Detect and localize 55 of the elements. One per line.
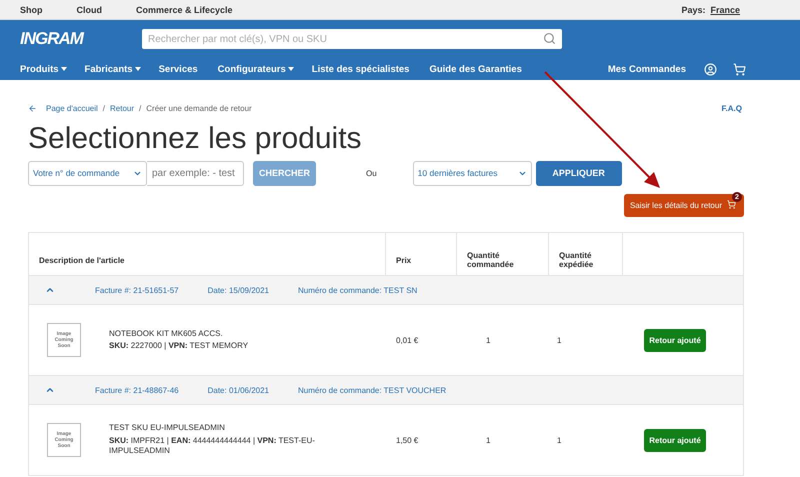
country-link[interactable]: France <box>710 4 740 14</box>
orders-link[interactable]: Mes Commandes <box>608 64 686 74</box>
caret-icon <box>134 67 141 71</box>
invoice-number[interactable]: Facture #: 21-48867-46 <box>95 386 179 394</box>
user-icon[interactable] <box>704 62 717 76</box>
collapse-toggle[interactable] <box>45 385 55 395</box>
breadcrumb-separator: / <box>139 104 142 112</box>
shipped-quantity: 1 <box>556 436 562 444</box>
back-arrow-icon[interactable] <box>28 104 37 112</box>
nav-item[interactable]: Configurateurs <box>218 64 294 74</box>
caret-icon <box>288 67 294 71</box>
ordered-quantity: 1 <box>485 436 492 444</box>
nav-item[interactable]: Produits <box>20 64 67 74</box>
caret-icon <box>60 67 67 71</box>
breadcrumb-link[interactable]: Créer une demande de retour <box>146 104 252 112</box>
or-label: Ou <box>366 168 377 178</box>
nav-item[interactable]: Liste des spécialistes <box>312 64 412 74</box>
price-cell-text: 0,01 € <box>395 336 420 344</box>
search-icon[interactable] <box>543 32 556 45</box>
breadcrumb-link[interactable]: Page d'accueil <box>46 104 98 112</box>
top-link[interactable]: Commerce & Lifecycle <box>136 4 233 14</box>
return-added-button[interactable]: Retour ajouté <box>644 428 706 452</box>
top-link[interactable]: Cloud <box>76 4 102 14</box>
nav-item[interactable]: Services <box>158 64 200 74</box>
search-field[interactable]: Rechercher par mot clé(s), VPN ou SKU <box>142 29 562 49</box>
cart-icon <box>727 200 736 209</box>
ordered-quantity: 1 <box>485 336 492 344</box>
breadcrumb-separator: / <box>102 104 106 112</box>
cart-icon[interactable] <box>733 62 746 76</box>
search-button[interactable]: CHERCHER <box>253 160 316 186</box>
product-name: TEST SKU EU-IMPULSEADMIN <box>109 423 226 434</box>
invoice-date: Date: 15/09/2021 <box>208 286 269 294</box>
page-title: Selectionnez les produits <box>28 122 363 156</box>
invoice-select[interactable]: 10 dernières factures <box>412 160 532 186</box>
nav-item[interactable]: Fabricants <box>84 64 141 74</box>
logo[interactable]: INGRAM <box>20 29 142 49</box>
invoice-date: Date: 01/06/2021 <box>208 386 269 394</box>
invoice-number[interactable]: Facture #: 21-51651-57 <box>95 286 179 294</box>
product-name: NOTEBOOK KIT MK605 ACCS. <box>109 328 224 339</box>
nav-item[interactable]: Guide des Garanties <box>429 64 524 74</box>
apply-button[interactable]: APPLIQUER <box>536 160 622 186</box>
order-input[interactable]: par exemple: - test <box>147 160 244 186</box>
top-link[interactable]: Shop <box>20 4 42 14</box>
collapse-toggle[interactable] <box>45 285 55 295</box>
breadcrumb-link[interactable]: Retour <box>110 104 134 112</box>
faq-link[interactable]: F.A.Q <box>722 104 742 112</box>
shipped-quantity: 1 <box>556 336 562 344</box>
order-number[interactable]: Numéro de commande: TEST VOUCHER <box>298 386 446 394</box>
order-number[interactable]: Numéro de commande: TEST SN <box>298 286 418 294</box>
order-select[interactable]: Votre n° de commande <box>28 160 147 186</box>
return-added-button[interactable]: Retour ajouté <box>644 328 706 352</box>
price-cell-text: 1,50 € <box>395 436 420 444</box>
product-details: SKU: IMPFR21 | EAN: 4444444444444 | VPN: TEST-EU-IMPULSEADMIN <box>109 436 316 457</box>
country-label: Pays: <box>681 4 706 14</box>
product-details: SKU: 2227000 | VPN: TEST MEMORY <box>109 341 250 352</box>
